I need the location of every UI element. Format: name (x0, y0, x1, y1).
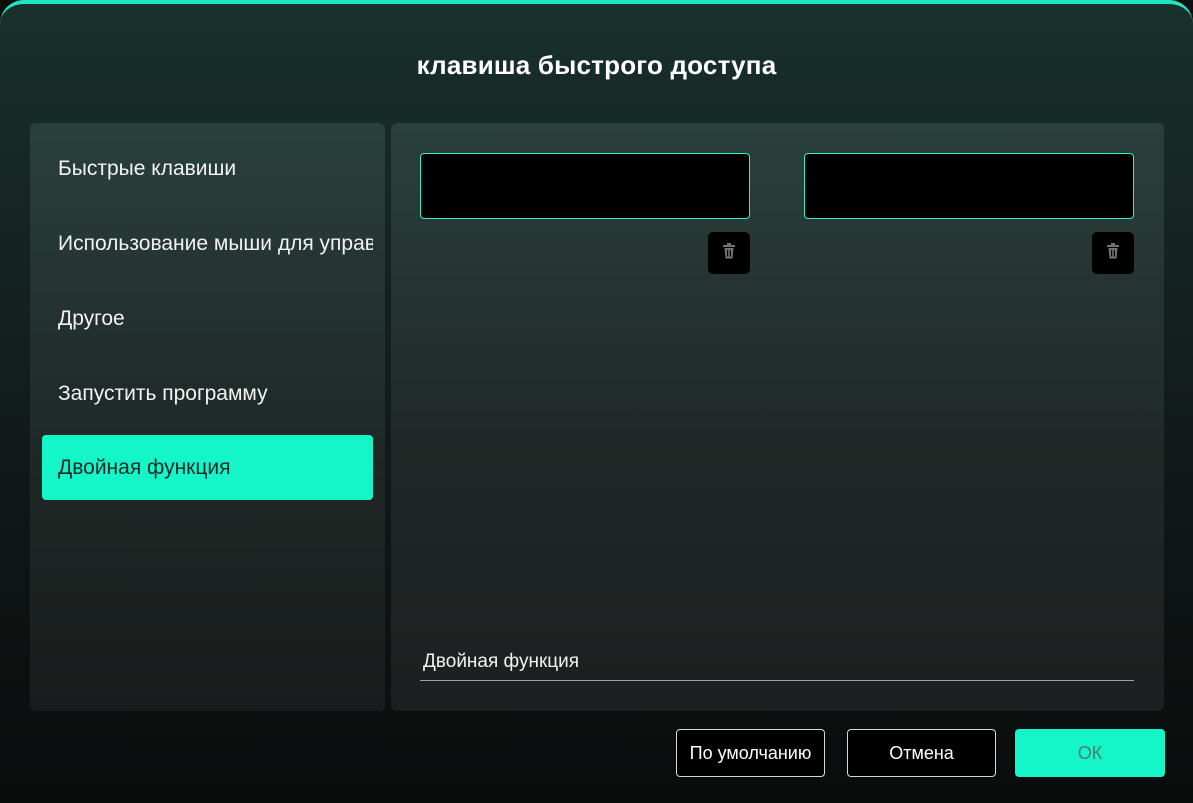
function-underline (420, 680, 1134, 681)
sidebar-item-launch-program[interactable]: Запустить программу (42, 362, 373, 426)
trash-icon (1106, 242, 1120, 264)
key-field-1[interactable] (420, 153, 750, 219)
sidebar-item-dual-function[interactable]: Двойная функция (42, 435, 373, 500)
sidebar-item-mouse-control[interactable]: Использование мыши для управления (42, 212, 373, 276)
ok-button[interactable]: ОК (1015, 729, 1165, 777)
delete-key-1-button[interactable] (708, 232, 750, 274)
sidebar-item-hotkeys[interactable]: Быстрые клавиши (42, 137, 373, 201)
shortcut-dialog: клавиша быстрого доступа Быстрые клавиши… (0, 0, 1193, 803)
delete-key-2-button[interactable] (1092, 232, 1134, 274)
key-field-2[interactable] (804, 153, 1134, 219)
sidebar: Быстрые клавиши Использование мыши для у… (30, 123, 385, 711)
trash-icon (722, 242, 736, 264)
content-panel: Двойная функция (391, 123, 1164, 711)
default-button[interactable]: По умолчанию (676, 729, 825, 777)
dialog-title: клавиша быстрого доступа (416, 50, 777, 80)
sidebar-item-other[interactable]: Другое (42, 287, 373, 351)
function-label: Двойная функция (423, 651, 580, 672)
cancel-button[interactable]: Отмена (847, 729, 996, 777)
